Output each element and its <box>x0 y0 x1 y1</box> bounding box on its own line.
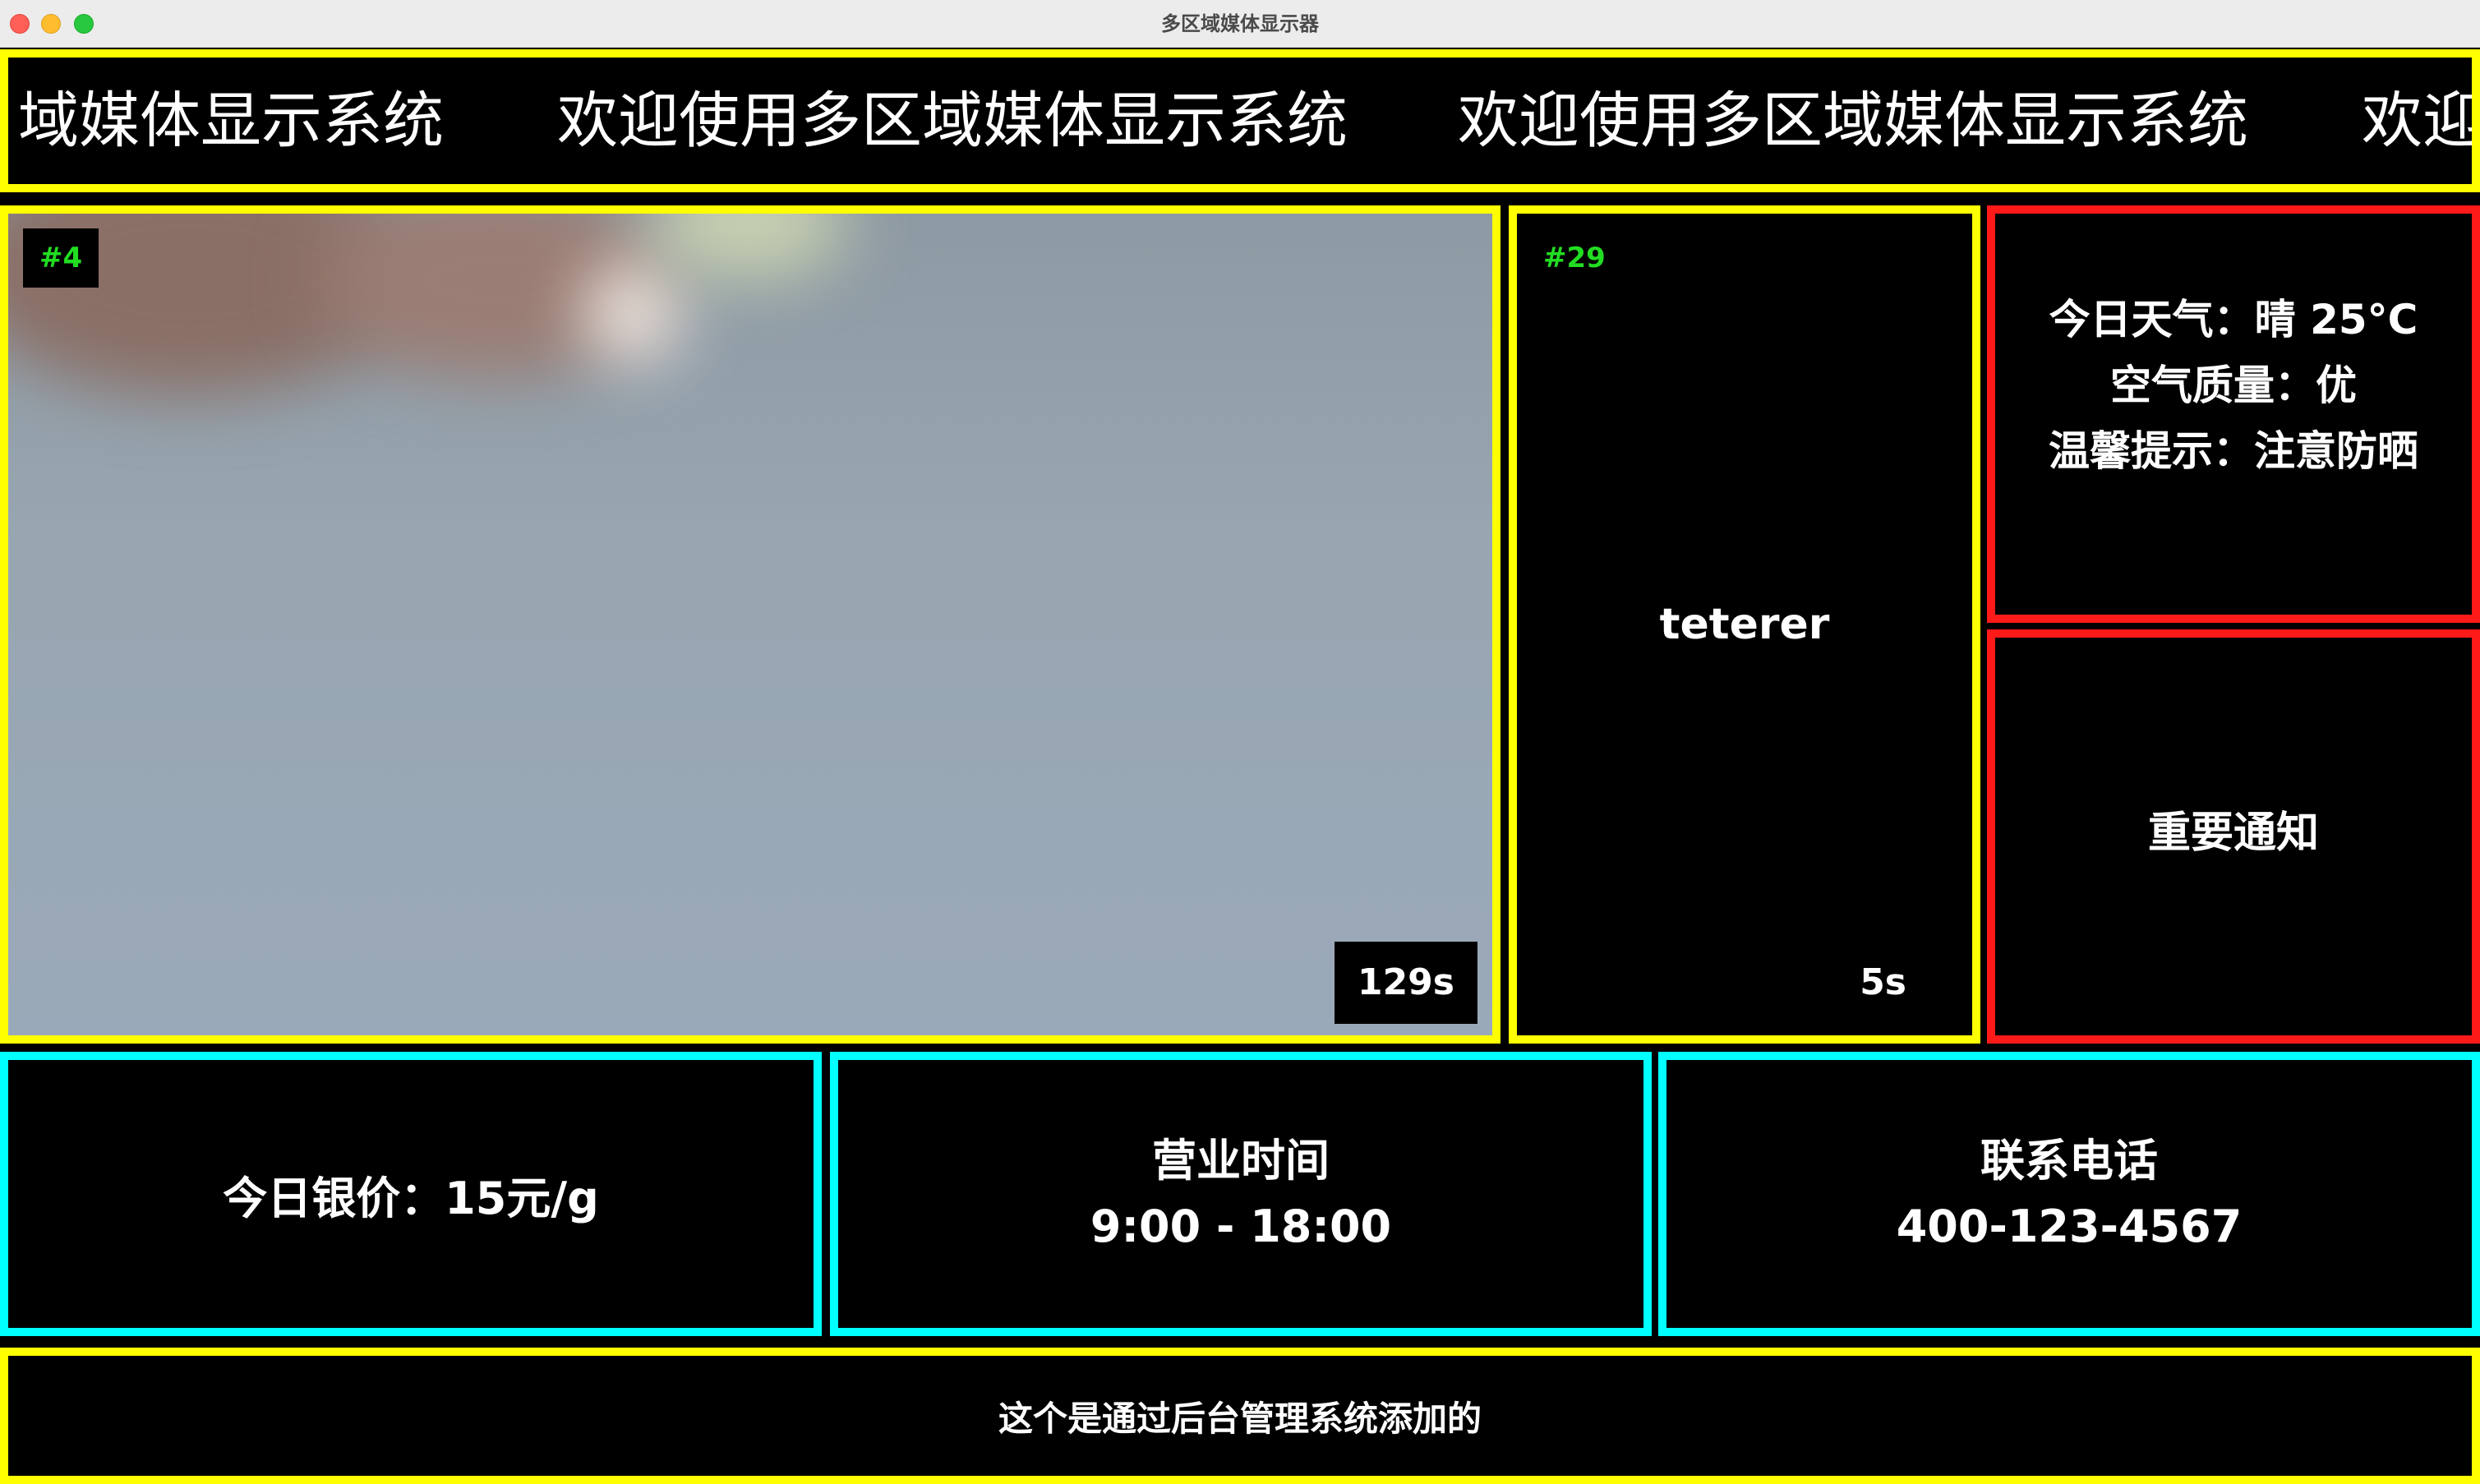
video-blur-shape <box>583 263 682 362</box>
business-hours-value: 9:00 - 18:00 <box>1090 1201 1392 1252</box>
weather-info: 今日天气：晴 25°C 空气质量：优 温馨提示：注意防晒 <box>1995 214 2472 615</box>
contact-phone-title: 联系电话 <box>1980 1135 2158 1187</box>
video-frame[interactable] <box>8 214 1492 1035</box>
business-hours-zone: 营业时间 9:00 - 18:00 <box>830 1052 1652 1336</box>
business-hours-info: 营业时间 9:00 - 18:00 <box>838 1060 1643 1328</box>
contact-phone-zone: 联系电话 400-123-4567 <box>1658 1052 2480 1336</box>
weather-line: 今日天气：晴 25°C <box>2049 296 2418 343</box>
footer-zone: 这个是通过后台管理系统添加的 <box>0 1348 2480 1484</box>
footer-text: 这个是通过后台管理系统添加的 <box>998 1398 1482 1439</box>
app-window: 多区域媒体显示器 域媒体显示系统 欢迎使用多区域媒体显示系统 欢迎使用多区域媒体… <box>0 0 2480 1484</box>
zone-id-tag: #29 <box>1528 228 1620 288</box>
text-zone: #29 teterer 5s <box>1509 205 1980 1044</box>
marquee-text-segment: 欢迎使用多区域媒体显示系统 <box>1458 85 2248 156</box>
countdown-timer: 5s <box>1843 942 1923 1024</box>
countdown-timer: 129s <box>1334 942 1477 1024</box>
marquee-track: 域媒体显示系统 欢迎使用多区域媒体显示系统 欢迎使用多区域媒体显示系统 欢迎 <box>8 58 2472 184</box>
notice-text: 重要通知 <box>2147 808 2319 858</box>
marquee-zone: 域媒体显示系统 欢迎使用多区域媒体显示系统 欢迎使用多区域媒体显示系统 欢迎 <box>0 49 2480 192</box>
air-quality-line: 空气质量：优 <box>2110 362 2357 409</box>
video-zone: #4 129s <box>0 205 1500 1044</box>
contact-phone-value: 400-123-4567 <box>1896 1201 2243 1252</box>
window-title: 多区域媒体显示器 <box>1161 12 1319 35</box>
marquee-text-segment: 域媒体显示系统 <box>18 85 444 156</box>
silver-price-text: 今日银价：15元/g <box>223 1172 599 1224</box>
weather-zone: 今日天气：晴 25°C 空气质量：优 温馨提示：注意防晒 <box>1987 205 2480 623</box>
notice-zone: 重要通知 <box>1987 629 2480 1044</box>
silver-price-zone: 今日银价：15元/g <box>0 1052 822 1336</box>
marquee-text-segment: 欢迎使用多区域媒体显示系统 <box>557 85 1348 156</box>
business-hours-title: 营业时间 <box>1152 1135 1330 1187</box>
tip-line: 温馨提示：注意防晒 <box>2049 427 2418 475</box>
video-blur-shape <box>649 214 846 279</box>
zone-id-tag: #4 <box>23 228 99 288</box>
marquee-text-segment: 欢迎 <box>2362 85 2472 156</box>
text-zone-content: teterer <box>1659 600 1830 649</box>
contact-phone-info: 联系电话 400-123-4567 <box>1666 1060 2472 1328</box>
title-bar: 多区域媒体显示器 <box>0 0 2480 48</box>
